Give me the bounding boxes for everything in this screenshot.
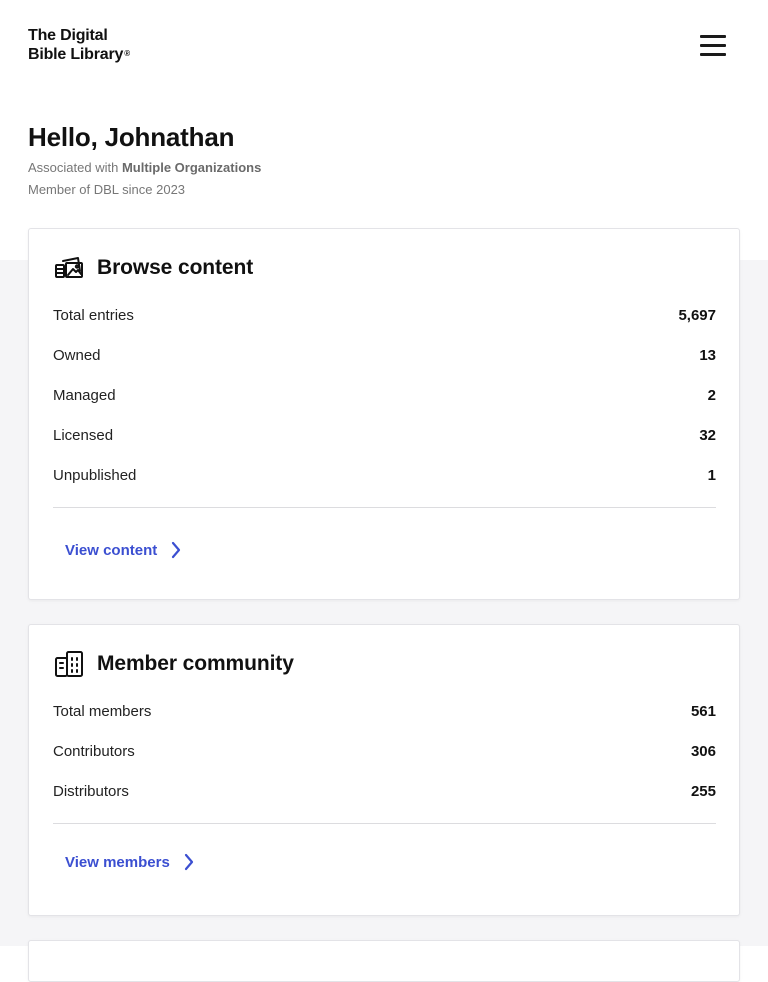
greeting-section: Hello, Johnathan Associated with Multipl… <box>28 120 261 198</box>
members-stats-list: Total members 561 Contributors 306 Distr… <box>53 691 716 811</box>
registered-mark: ® <box>124 49 130 58</box>
media-library-icon <box>53 252 85 284</box>
members-card-title: Member community <box>97 652 294 675</box>
menu-bar-middle <box>700 44 726 47</box>
stat-row-unpublished: Unpublished 1 <box>53 455 716 495</box>
member-since: Member of DBL since 2023 <box>28 182 186 197</box>
stat-label: Contributors <box>53 742 135 760</box>
view-members-link[interactable]: View members <box>65 853 194 871</box>
stat-label: Licensed <box>53 426 114 444</box>
association-line: Associated with Multiple Organizations <box>28 160 261 176</box>
stat-label: Total members <box>53 702 152 720</box>
stat-row-distributors: Distributors 255 <box>53 771 716 811</box>
stat-label: Distributors <box>53 782 129 800</box>
buildings-icon <box>53 648 85 680</box>
stat-row-contributors: Contributors 306 <box>53 731 716 771</box>
stat-label: Total entries <box>53 306 134 324</box>
chevron-right-icon <box>184 853 194 871</box>
stat-value: 5,697 <box>678 306 716 324</box>
stat-label: Owned <box>53 346 101 364</box>
browse-card-title: Browse content <box>97 256 254 279</box>
members-card-header: Member community <box>53 649 294 679</box>
stat-row-licensed: Licensed 32 <box>53 415 716 455</box>
site-header: The Digital Bible Library® <box>28 26 740 66</box>
next-card-partial <box>28 940 740 982</box>
stat-value: 561 <box>690 702 716 720</box>
association-prefix: Associated with <box>28 160 122 175</box>
logo-line-1: The Digital <box>28 27 108 44</box>
stat-label: Unpublished <box>53 466 137 484</box>
stat-row-total-members: Total members 561 <box>53 691 716 731</box>
stat-value: 2 <box>707 386 716 404</box>
view-content-link[interactable]: View content <box>65 541 181 559</box>
logo-line-2: Bible Library® <box>28 45 130 64</box>
stat-row-managed: Managed 2 <box>53 375 716 415</box>
view-content-label: View content <box>65 541 158 559</box>
stat-value: 32 <box>699 426 716 444</box>
stat-value: 255 <box>690 782 716 800</box>
stat-label: Managed <box>53 386 116 404</box>
stat-value: 306 <box>690 742 716 760</box>
greeting-title: Hello, Johnathan <box>28 122 235 152</box>
browse-stats-list: Total entries 5,697 Owned 13 Managed 2 L… <box>53 295 716 495</box>
member-community-card: Member community Total members 561 Contr… <box>28 624 740 916</box>
stat-value: 13 <box>699 346 716 364</box>
browse-card-header: Browse content <box>53 253 253 283</box>
stat-row-total-entries: Total entries 5,697 <box>53 295 716 335</box>
chevron-right-icon <box>171 541 181 559</box>
site-logo[interactable]: The Digital Bible Library® <box>28 26 130 64</box>
browse-content-card: Browse content Total entries 5,697 Owned… <box>28 228 740 600</box>
browse-divider <box>53 507 716 508</box>
view-members-label: View members <box>65 853 170 871</box>
logo-line-2-text: Bible Library <box>28 46 124 63</box>
hamburger-menu-icon[interactable] <box>700 35 726 56</box>
menu-bar-top <box>700 35 726 38</box>
stat-value: 1 <box>707 466 716 484</box>
association-orgs: Multiple Organizations <box>121 160 262 175</box>
menu-bar-bottom <box>700 53 726 56</box>
members-divider <box>53 823 716 824</box>
stat-row-owned: Owned 13 <box>53 335 716 375</box>
